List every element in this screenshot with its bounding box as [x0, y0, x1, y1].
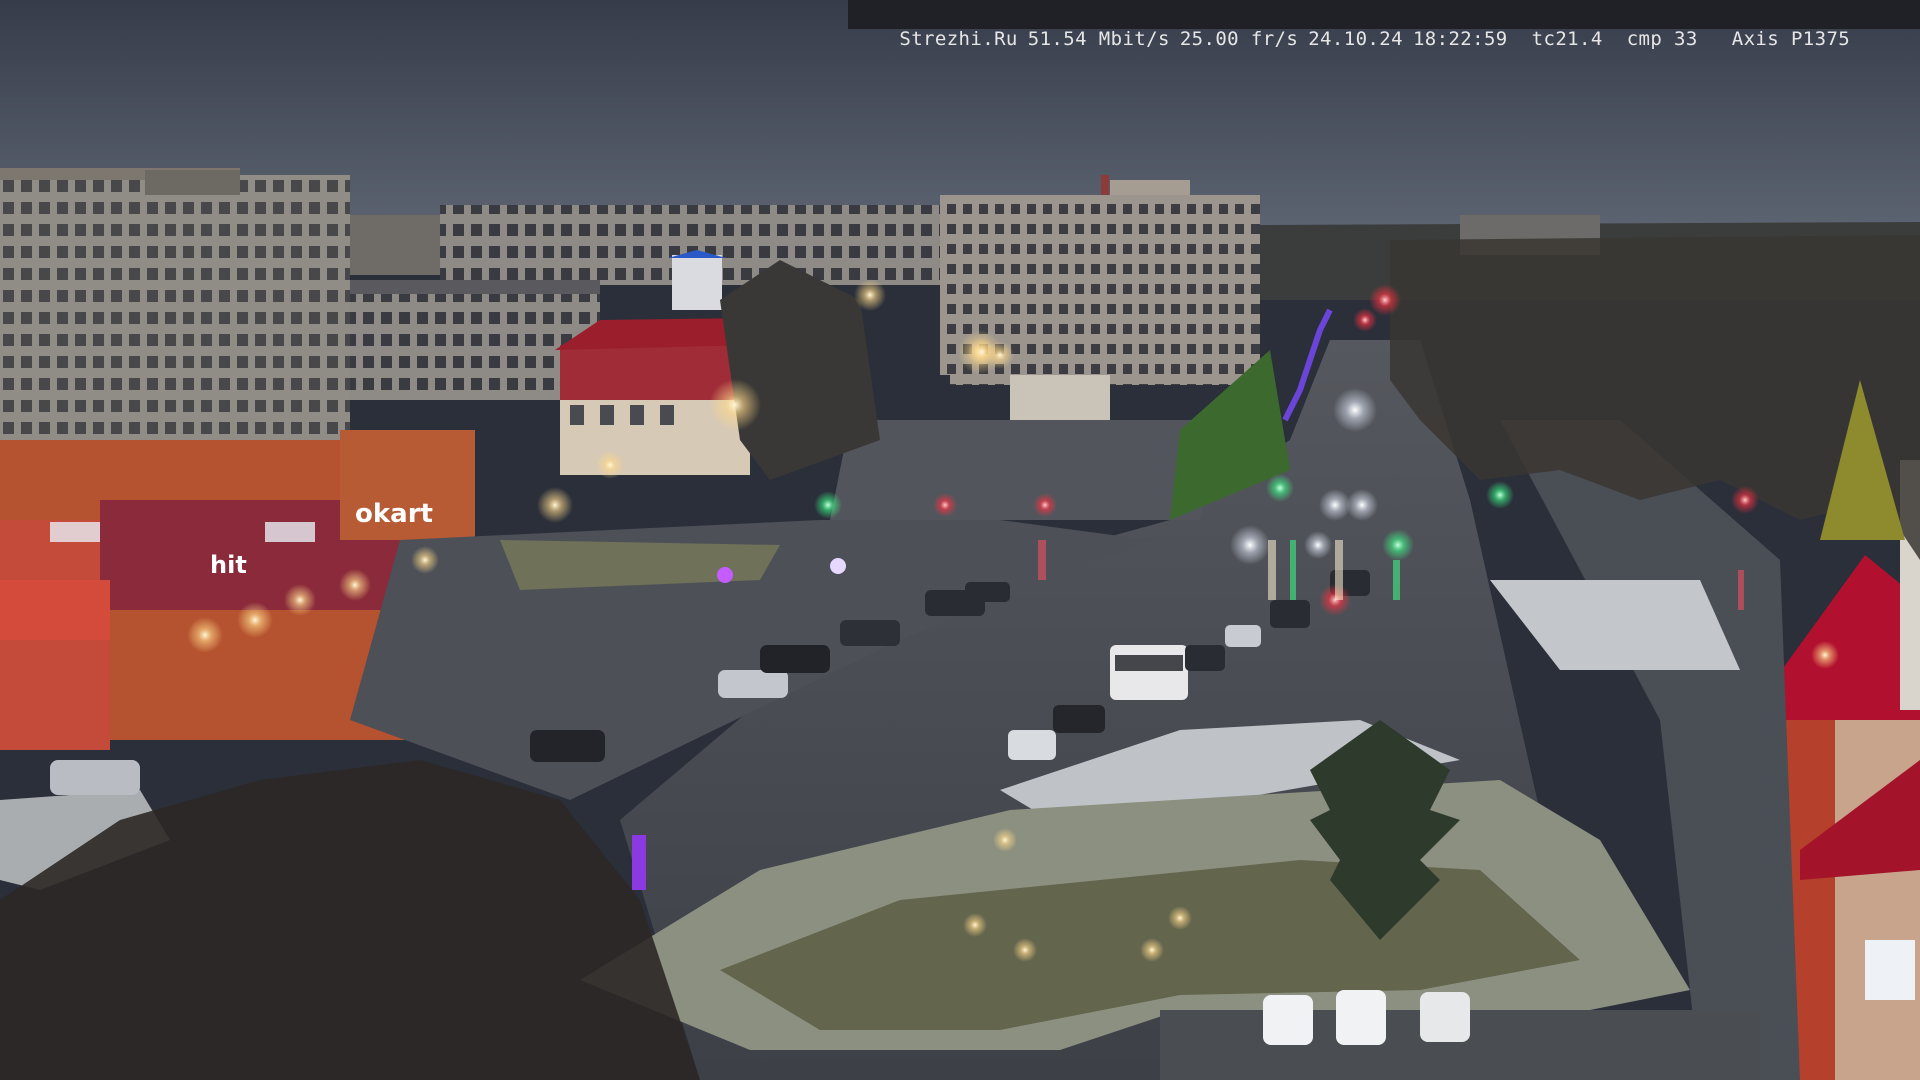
bus	[1110, 645, 1188, 700]
car-dark-6	[1053, 705, 1105, 733]
tc-value: tc21.4	[1531, 28, 1603, 50]
framerate: 25.00 fr/s	[1179, 28, 1299, 50]
parked-car-2	[1336, 990, 1386, 1045]
car-silver-1	[718, 670, 788, 698]
bitrate: 51.54 Mbit/s	[1027, 28, 1170, 50]
car-dark-7	[1185, 645, 1225, 671]
camera-model: Axis P1375	[1731, 28, 1851, 50]
city-scene: okart hit	[0, 0, 1920, 1080]
car-white-1	[1008, 730, 1056, 760]
store-sign-okart: okart	[355, 499, 433, 529]
date: 24.10.24	[1308, 28, 1403, 50]
cmp-value: cmp 33	[1626, 28, 1698, 50]
site-name: Strezhi.Ru	[899, 28, 1018, 50]
upper-plaza	[830, 420, 1230, 520]
camera-overlay-text: Strezhi.Ru 51.54 Mbit/s 25.00 fr/s 24.10.24…	[852, 3, 1850, 50]
purple-decor-ring	[717, 567, 733, 583]
car-dark-3	[840, 620, 900, 646]
car-dark-8	[1270, 600, 1310, 628]
car-suv-left	[50, 760, 140, 795]
car-dark-1	[530, 730, 605, 762]
car-dark-5	[965, 582, 1010, 602]
snow-median-right	[1490, 580, 1740, 670]
time: 18:22:59	[1412, 28, 1508, 50]
central-tower	[950, 195, 1260, 420]
store-sign-hit: hit	[210, 551, 247, 579]
car-dark-2	[760, 645, 830, 673]
car-white-2	[1225, 625, 1261, 647]
lit-tree-decoration	[632, 835, 646, 890]
parked-car-3	[1420, 992, 1470, 1042]
webcam-frame: okart hit Strezhi.Ru 51.54 Mbit/s 25.00 …	[0, 0, 1920, 1080]
white-decor-ring	[830, 558, 846, 574]
parked-car-1	[1263, 995, 1313, 1045]
monument-lights	[1486, 481, 1514, 509]
